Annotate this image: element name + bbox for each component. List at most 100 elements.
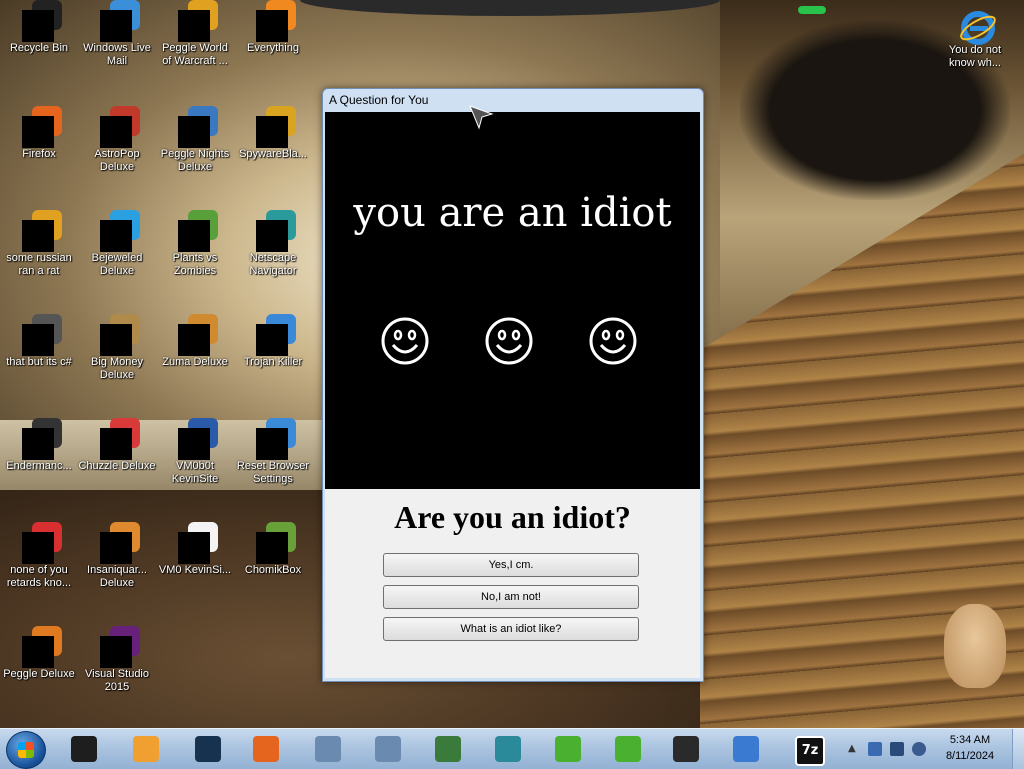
redaction-box [256,10,288,42]
desktop-icon[interactable]: Insaniquar... Deluxe [78,522,156,590]
desktop-icon[interactable]: Peggle Nights Deluxe [156,106,234,174]
taskbar-network-2[interactable] [366,732,410,766]
desktop-icon-label: Zuma Deluxe [162,356,228,368]
taskbar-app-3[interactable] [186,732,230,766]
redaction-box [100,532,132,564]
what-is-idiot-button[interactable]: What is an idiot like? [383,617,639,641]
redaction-box [178,324,210,356]
desktop-icon[interactable]: Trojan Killer [234,314,312,369]
mouse-cursor-icon [469,105,494,130]
hamster-desktop-pet[interactable] [944,604,1006,688]
window-title: A Question for You [329,93,429,107]
smiley-icon [589,317,637,365]
desktop-icon[interactable]: Reset Browser Settings [234,418,312,486]
plant-icon [178,210,218,252]
desktop-icon-label: Big Money Deluxe [91,356,143,381]
taskbar-netscape[interactable] [486,732,530,766]
desktop-icon[interactable]: Recycle Bin [0,0,78,55]
redaction-box [22,636,54,668]
redaction-box [178,220,210,252]
clock-time[interactable]: 5:34 AM [935,734,1005,746]
taskbar-shield[interactable] [724,732,768,766]
redaction-box [256,428,288,460]
no-button[interactable]: No,I am not! [383,585,639,609]
desktop-icon[interactable]: Zuma Deluxe [156,314,234,369]
taskbar-monitor[interactable] [664,732,708,766]
desktop-icon-label: VM0b0t KevinSite [171,460,219,485]
network-icon [375,736,401,762]
desktop-icon[interactable]: ChomikBox [234,522,312,577]
desktop-icon[interactable]: Netscape Navigator [234,210,312,278]
desktop-icon-label: none of you retards kno... [6,564,72,589]
desktop-icon[interactable]: that but its c# [0,314,78,369]
desktop-icon-internet-explorer[interactable]: You do not know wh... [936,8,1014,70]
orb-icon [195,736,221,762]
desktop-icon[interactable]: Peggle World of Warcraft ... [156,0,234,68]
desktop-icon[interactable]: Plants vs Zombies [156,210,234,278]
clock-date[interactable]: 8/11/2024 [935,750,1005,762]
taskbar-media-player[interactable] [124,732,168,766]
exe-icon [22,210,62,252]
desktop-icon[interactable]: none of you retards kno... [0,522,78,590]
ornament-led [798,6,826,14]
plus-icon [615,736,641,762]
taskbar-add-2[interactable] [606,732,650,766]
desktop-icon[interactable]: some russian ran a rat [0,210,78,278]
yes-button[interactable]: Yes,I cm. [383,553,639,577]
desktop-icon-label: Endermanc... [6,460,72,472]
windows-logo-icon [18,742,34,758]
desktop-icon[interactable]: Peggle Deluxe [0,626,78,681]
shield-icon [733,736,759,762]
desktop-icon[interactable]: VM0 KevinSi... [156,522,234,577]
recycle-bin-icon [22,0,62,42]
desktop-icon[interactable]: Bejeweled Deluxe [78,210,156,278]
taskbar-7zip[interactable]: 7z [786,732,830,766]
desktop-icon-label: Everything [247,42,299,54]
window-body: you are an idiot Are you an idiot? Yes,I… [325,112,700,678]
redaction-box [100,10,132,42]
desktop-icon[interactable]: Endermanc... [0,418,78,473]
desktop-icon-label: Peggle Deluxe [3,668,75,680]
document-icon [178,522,218,564]
desktop-icon-label: Chuzzle Deluxe [78,460,156,472]
desktop-icon[interactable]: Windows Live Mail [78,0,156,68]
bluetooth-icon[interactable] [868,742,882,756]
start-button[interactable] [6,731,46,769]
redaction-box [100,220,132,252]
globe-icon [256,418,296,460]
tray-expand-icon[interactable]: ▲ [848,742,862,756]
desktop-icon[interactable]: Everything [234,0,312,55]
desktop-icon-label: SpywareBla... [239,148,307,160]
desktop-icon-label: AstroPop Deluxe [94,148,140,173]
taskbar-network-1[interactable] [306,732,350,766]
desktop-icon-label: VM0 KevinSi... [158,564,232,576]
desktop-icon[interactable]: Firefox [0,106,78,161]
desktop-icon-label: Firefox [22,148,56,160]
desktop-icon[interactable]: VM0b0t KevinSite [156,418,234,486]
idiot-banner: you are an idiot [325,112,700,489]
taskbar-firefox[interactable] [244,732,288,766]
redaction-box [100,428,132,460]
desktop-icon[interactable]: AstroPop Deluxe [78,106,156,174]
desktop-icon-label: some russian ran a rat [6,252,72,277]
taskbar-app-1[interactable] [62,732,106,766]
question-window[interactable]: A Question for You you are an idiot Are … [322,88,704,682]
show-desktop-button[interactable] [1012,729,1024,769]
taskbar-users[interactable] [426,732,470,766]
desktop-icon[interactable]: Big Money Deluxe [78,314,156,382]
desktop-icon[interactable]: Chuzzle Deluxe [78,418,156,473]
banner-headline: you are an idiot [353,190,672,236]
desktop-icon[interactable]: Visual Studio 2015 [78,626,156,694]
volume-icon[interactable] [912,742,926,756]
internet-explorer-icon [958,8,996,45]
redaction-box [256,532,288,564]
network-icon[interactable] [890,742,904,756]
terminal-icon [71,736,97,762]
firefox-icon [22,106,62,148]
taskbar-add-1[interactable] [546,732,590,766]
desktop-icon-label: Peggle Nights Deluxe [160,148,230,173]
window-titlebar[interactable]: A Question for You [323,89,703,111]
desktop-icon[interactable]: SpywareBla... [234,106,312,161]
network-icon [315,736,341,762]
redaction-box [256,220,288,252]
